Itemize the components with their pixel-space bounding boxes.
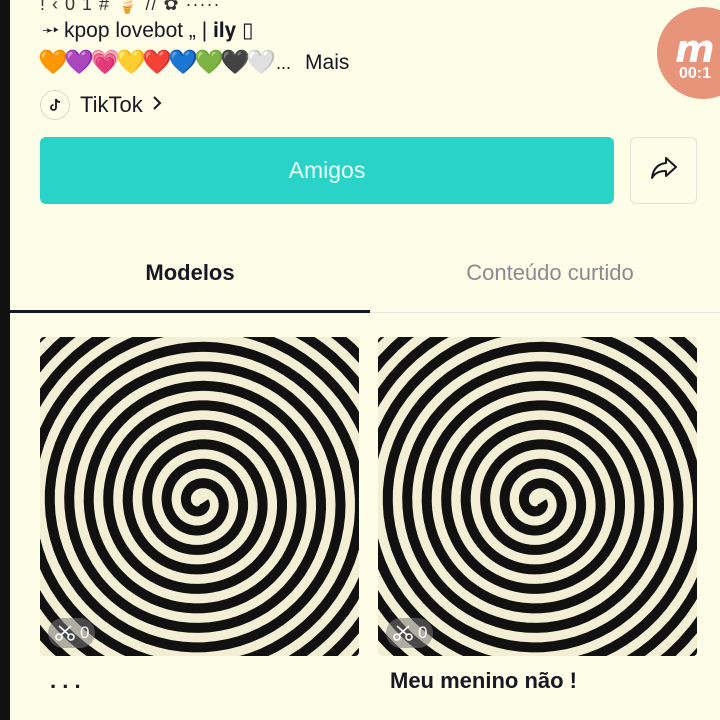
heart-blue-icon: 💙 <box>168 49 198 76</box>
video-caption: . . . <box>50 668 81 693</box>
heart-orange-icon: 🧡 <box>38 49 68 76</box>
template-uses-badge: 0 <box>48 618 96 648</box>
scissors-icon <box>392 624 414 642</box>
share-button[interactable] <box>630 137 697 204</box>
spiral-thumbnail <box>378 337 697 656</box>
active-tab-indicator <box>10 310 370 313</box>
bio-text: kpop lovebot „ | 𝐢𝐥𝐲 ▯ <box>64 19 254 42</box>
spiral-thumbnail <box>40 337 359 656</box>
video-card[interactable]: 0 <box>378 337 697 656</box>
bio-ellipsis: ... <box>276 52 292 73</box>
bio-arrow: ➛‣ <box>42 22 60 38</box>
tiktok-label: TikTok <box>80 92 143 117</box>
heart-pink-icon: 💗 <box>90 49 120 76</box>
bio-line: ➛‣ kpop lovebot „ | 𝐢𝐥𝐲 ▯ <box>42 18 254 43</box>
bio-more-link[interactable]: Mais <box>305 51 349 75</box>
tab-liked-content[interactable]: Conteúdo curtido <box>370 240 720 306</box>
scissors-icon <box>54 624 76 642</box>
recording-badge[interactable]: m 00:1 <box>657 7 720 99</box>
tiktok-link[interactable]: TikTok <box>40 88 163 122</box>
video-card[interactable]: 0 <box>40 337 359 656</box>
template-uses-badge: 0 <box>386 618 434 648</box>
bio-hearts-row: 🧡 💜 💗 💛 ❤️ 💙 💚 🖤 🤍 ... Mais <box>38 48 349 78</box>
template-uses-count: 0 <box>418 623 428 642</box>
tab-templates[interactable]: Modelos <box>10 240 370 306</box>
friends-button[interactable]: Amigos <box>40 137 614 204</box>
profile-tabs: Modelos Conteúdo curtido <box>10 240 720 314</box>
screen-edge <box>0 0 10 720</box>
heart-white-icon: 🤍 <box>246 49 276 76</box>
heart-black-icon: 🖤 <box>220 49 250 76</box>
heart-green-icon: 💚 <box>194 49 224 76</box>
video-caption: Meu menino não ! <box>390 668 577 693</box>
share-icon <box>649 155 679 186</box>
heart-purple-icon: 💜 <box>64 49 94 76</box>
badge-timer: 00:1 <box>679 65 712 82</box>
bio-line-top: ! ‹ 0 1 # 🍦 // ✿ ····· <box>40 0 221 14</box>
heart-yellow-icon: 💛 <box>116 49 146 76</box>
heart-red-icon: ❤️ <box>142 49 172 76</box>
chevron-right-icon <box>151 94 163 117</box>
tiktok-icon <box>40 90 70 120</box>
template-uses-count: 0 <box>80 623 90 642</box>
